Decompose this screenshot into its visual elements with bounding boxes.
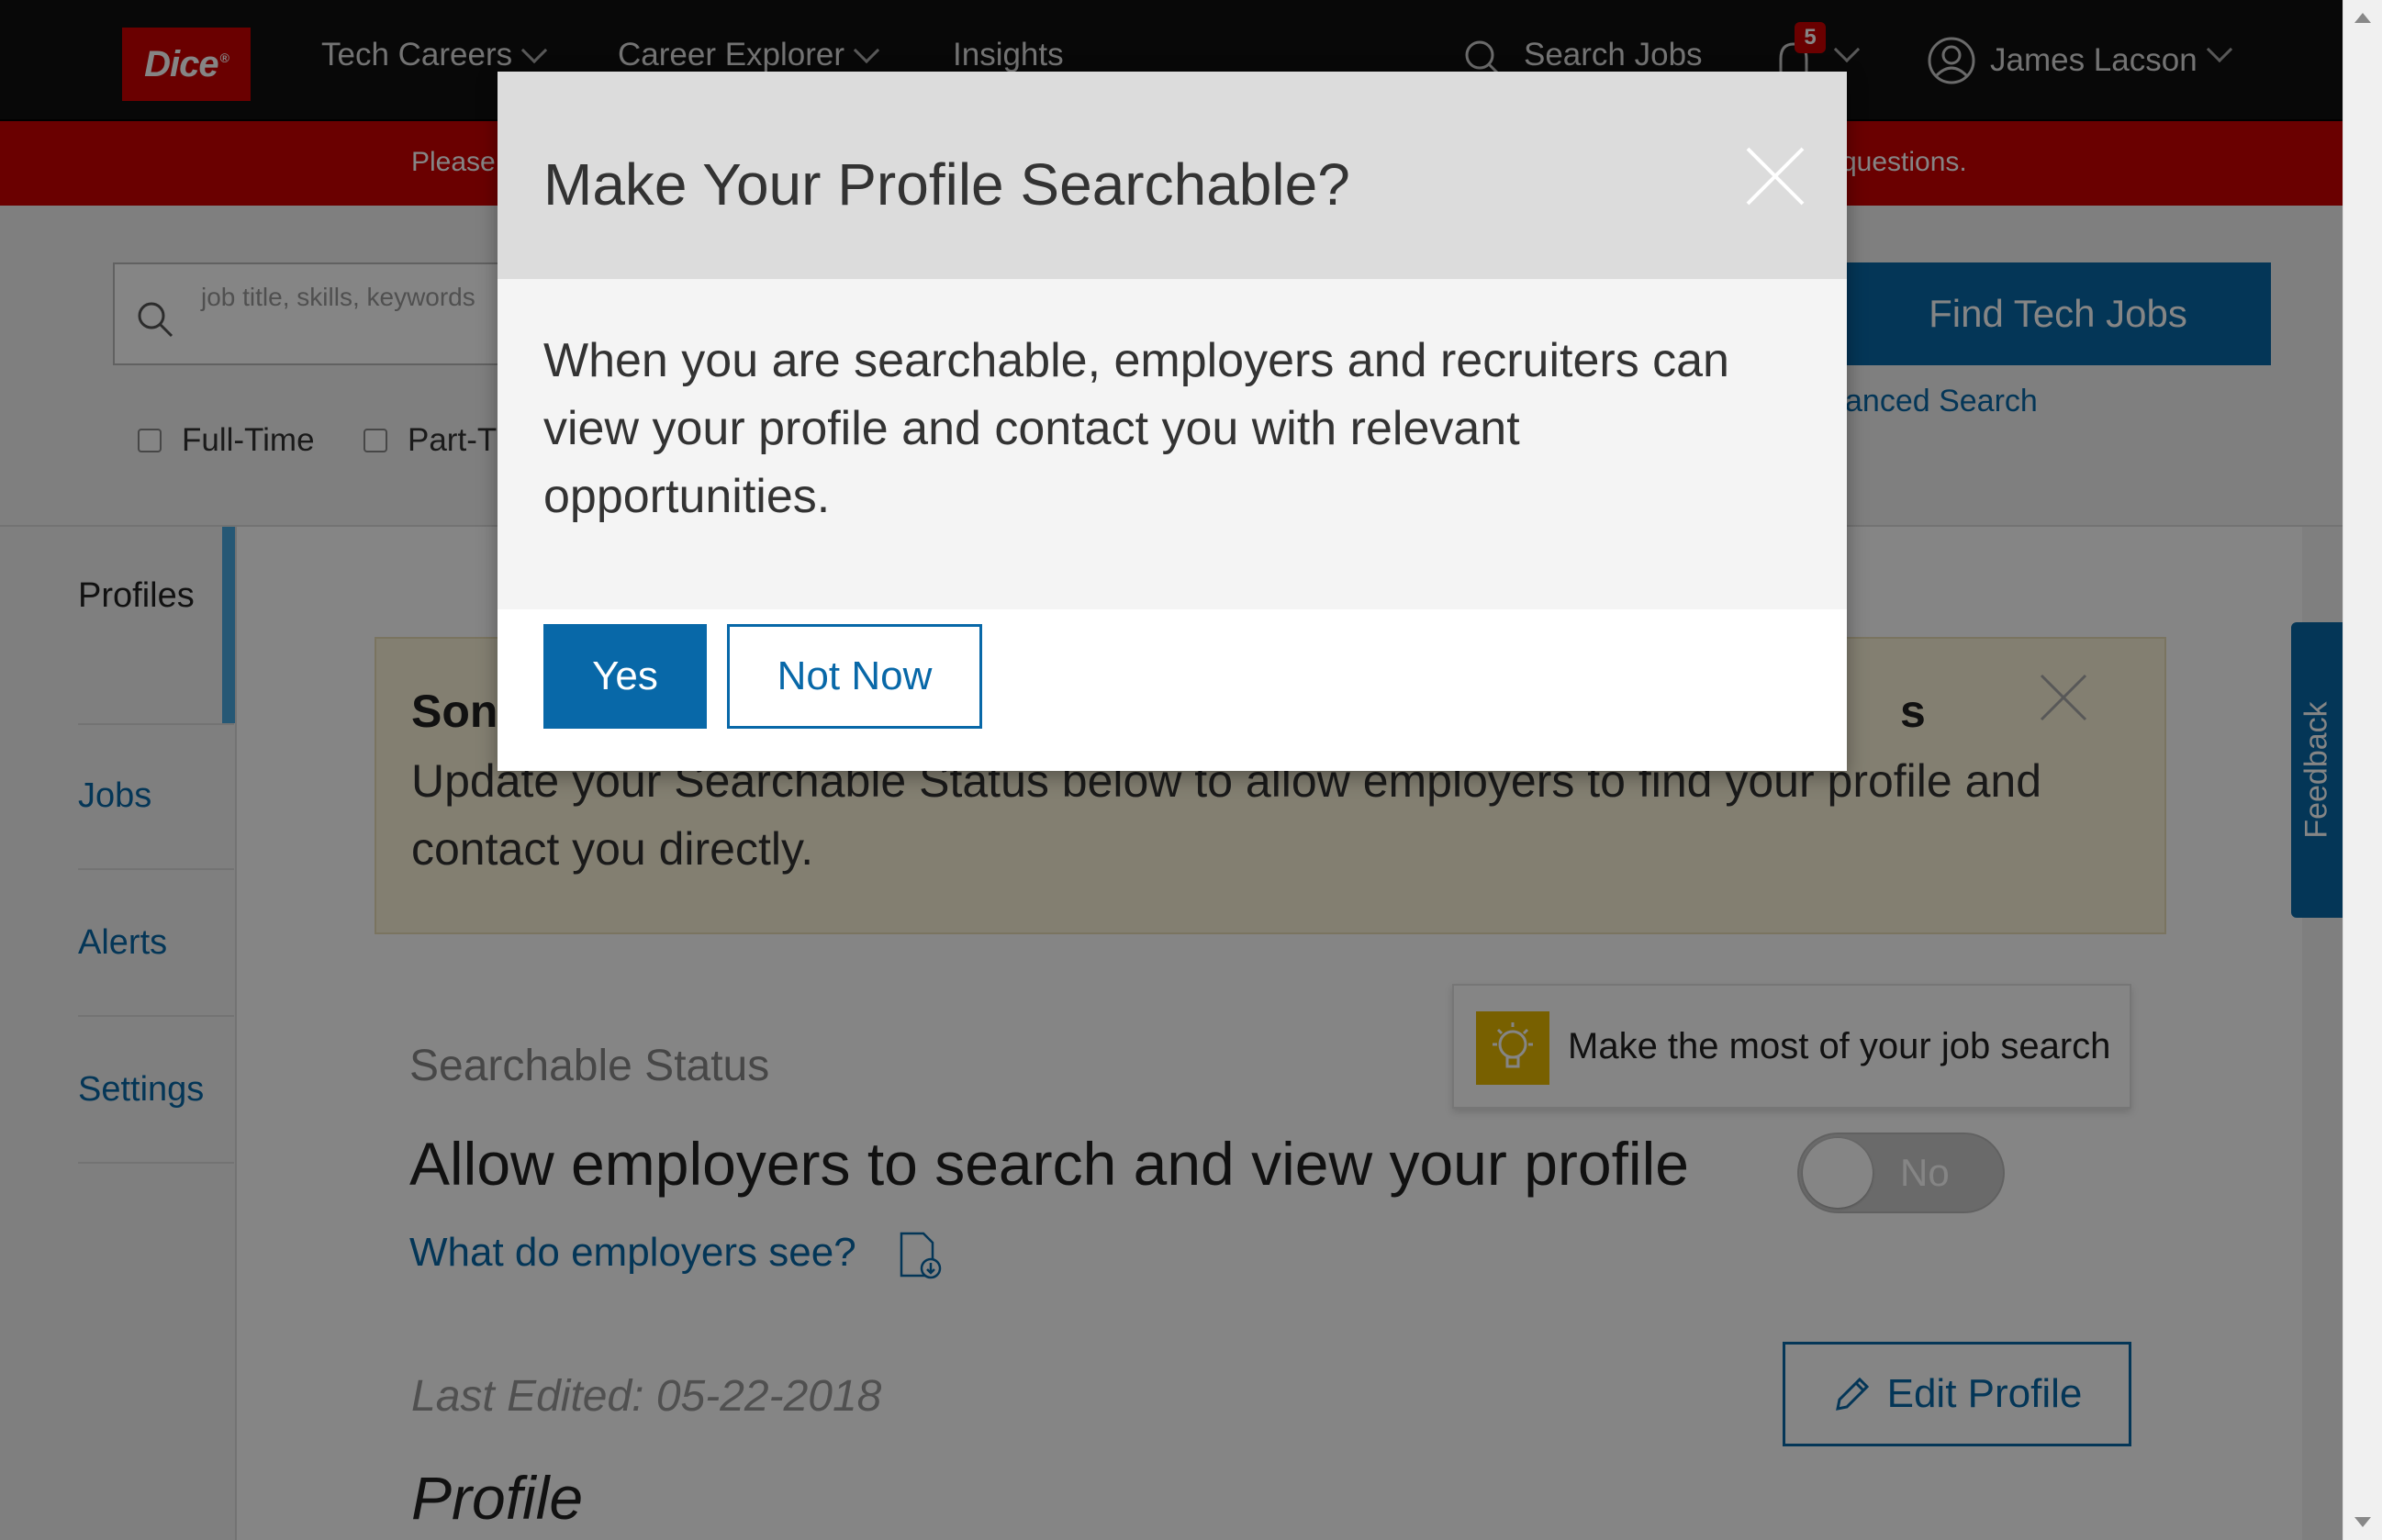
modal-header: Make Your Profile Searchable? — [498, 72, 1847, 279]
not-now-button[interactable]: Not Now — [727, 624, 982, 729]
modal-message: When you are searchable, employers and r… — [543, 334, 1729, 523]
make-profile-searchable-modal: Make Your Profile Searchable? When you a… — [498, 72, 1847, 771]
close-icon[interactable] — [1744, 145, 1806, 207]
page-scrollbar[interactable] — [2343, 0, 2382, 1540]
scroll-down-arrow-icon[interactable] — [2354, 1517, 2371, 1527]
yes-button[interactable]: Yes — [543, 624, 707, 729]
modal-footer: Yes Not Now — [498, 609, 1847, 771]
modal-body: When you are searchable, employers and r… — [498, 279, 1847, 609]
modal-title: Make Your Profile Searchable? — [543, 151, 1350, 218]
scroll-up-arrow-icon[interactable] — [2354, 13, 2371, 23]
